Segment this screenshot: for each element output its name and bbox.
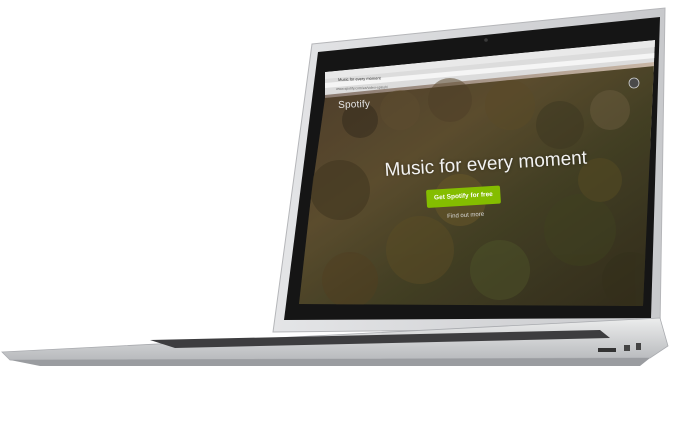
side-port	[636, 343, 641, 350]
side-port	[624, 345, 630, 351]
camera-icon	[484, 38, 488, 42]
laptop-illustration	[1, 7, 669, 366]
user-menu-icon	[628, 77, 640, 89]
side-port	[598, 348, 616, 352]
laptop-scene	[0, 0, 697, 420]
